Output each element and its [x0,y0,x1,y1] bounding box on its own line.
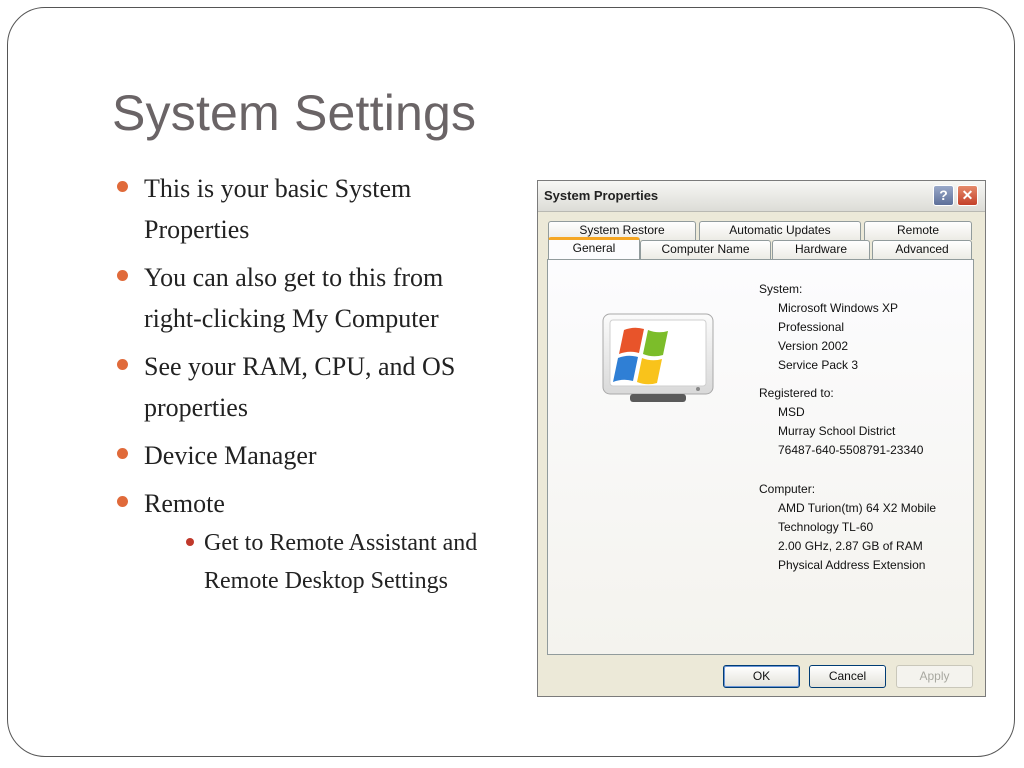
os-version: Version 2002 [778,339,849,353]
bullet-dot [117,496,128,507]
bullet-text-line: You can also get to this from [144,263,444,292]
close-button[interactable]: ✕ [957,185,978,206]
os-edition: Professional [778,320,845,334]
bullet-text-line: Properties [144,215,250,244]
bullet-text-line: Device Manager [144,441,317,470]
bullet-text-line: This is your basic System [144,174,412,203]
bullet-dot [117,359,128,370]
windows-xp-monitor-icon [600,312,718,402]
bullet-text-line: See your RAM, CPU, and OS [144,352,456,381]
system-properties-dialog: System Properties ? ✕ System Restore Aut… [537,180,986,697]
system-label: System: [759,282,803,296]
computer-label: Computer: [759,482,816,496]
bullet-text-line: right-clicking My Computer [144,304,439,333]
bullet-item: See your RAM, CPU, and OS properties [112,346,522,428]
pae-info: Physical Address Extension [778,558,926,572]
bullet-dot [117,448,128,459]
help-button[interactable]: ? [933,185,954,206]
cpu-model: Technology TL-60 [778,520,874,534]
bullet-item: This is your basic System Properties [112,168,522,250]
tab-advanced[interactable]: Advanced [872,240,972,259]
bullet-dot [117,270,128,281]
bullet-item: Remote Get to Remote Assistant and Remot… [112,483,522,600]
sub-bullet-list: Get to Remote Assistant and Remote Deskt… [144,524,522,600]
tab-hardware[interactable]: Hardware [772,240,870,259]
registered-org: Murray School District [778,424,896,438]
bullet-list: This is your basic System Properties You… [112,168,522,607]
bullet-item: Device Manager [112,435,522,476]
cancel-button[interactable]: Cancel [809,665,886,688]
sub-bullet-item: Get to Remote Assistant and Remote Deskt… [174,524,522,600]
os-name: Microsoft Windows XP [778,301,899,315]
sub-bullet-dot [186,538,194,546]
tab-row-front: General Computer Name Hardware Advanced [548,237,973,260]
dialog-title: System Properties [544,188,659,203]
slide-title: System Settings [112,85,477,141]
bullet-text-line: properties [144,393,248,422]
registered-user: MSD [778,405,805,419]
apply-button[interactable]: Apply [896,665,973,688]
tab-remote[interactable]: Remote [864,221,972,240]
sub-bullet-text-line: Remote Desktop Settings [204,568,448,594]
dialog-titlebar[interactable]: System Properties ? ✕ [538,181,985,212]
general-tab-panel: System: Microsoft Windows XP Professiona… [547,259,974,655]
registered-label: Registered to: [759,386,834,400]
service-pack: Service Pack 3 [778,358,859,372]
bullet-item: You can also get to this from right-clic… [112,257,522,339]
bullet-dot [117,181,128,192]
tab-automatic-updates[interactable]: Automatic Updates [699,221,861,240]
cpu-speed-ram: 2.00 GHz, 2.87 GB of RAM [778,539,923,553]
sub-bullet-text-line: Get to Remote Assistant and [204,530,478,556]
tab-general[interactable]: General [548,237,640,259]
cpu-name: AMD Turion(tm) 64 X2 Mobile [778,501,937,515]
tab-computer-name[interactable]: Computer Name [640,240,771,259]
ok-button[interactable]: OK [723,665,800,688]
product-id: 76487-640-5508791-23340 [778,443,924,457]
bullet-text-line: Remote [144,489,225,518]
